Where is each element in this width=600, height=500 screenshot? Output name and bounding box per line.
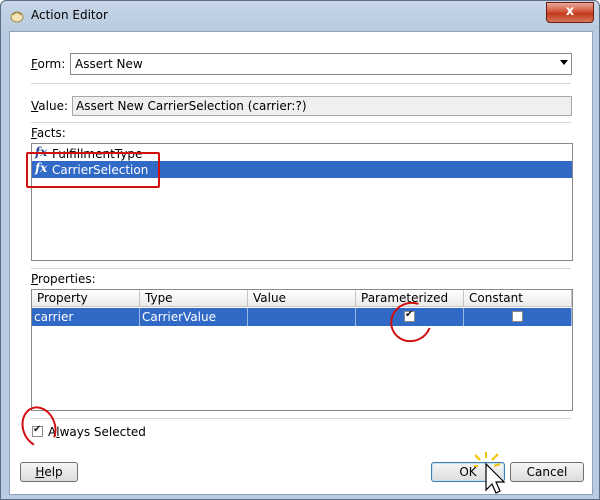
separator [31, 83, 571, 84]
column-header-value[interactable]: Value [248, 290, 356, 307]
action-editor-window: Action Editor x Form: Assert New Value: … [0, 0, 600, 500]
properties-table[interactable]: Property Type Value Parameterized Consta… [31, 289, 573, 411]
cancel-button[interactable]: Cancel [510, 462, 584, 482]
always-selected-label[interactable]: Always Selected [48, 425, 146, 439]
close-button[interactable]: x [546, 2, 594, 23]
separator [31, 122, 571, 123]
column-header-type[interactable]: Type [140, 290, 248, 307]
title-bar[interactable]: Action Editor x [1, 1, 599, 31]
form-combobox[interactable]: Assert New [70, 53, 572, 75]
form-combobox-value: Assert New [75, 57, 143, 71]
constant-checkbox[interactable] [512, 311, 523, 322]
cell-type[interactable]: CarrierValue [140, 308, 248, 326]
value-field: Assert New CarrierSelection (carrier:?) [72, 96, 572, 116]
separator [31, 418, 571, 419]
facts-label: Facts: [31, 126, 66, 140]
properties-label: Properties: [31, 272, 96, 286]
separator [31, 268, 571, 269]
form-label: Form: [31, 57, 66, 71]
value-label: Value: [31, 99, 68, 113]
app-icon [10, 11, 24, 23]
window-title: Action Editor [31, 8, 108, 22]
cell-value[interactable] [248, 308, 356, 326]
mouse-cursor-icon [474, 452, 506, 494]
cell-property[interactable]: carrier [32, 308, 140, 326]
chevron-down-icon[interactable] [560, 60, 568, 65]
column-header-constant[interactable]: Constant [464, 290, 572, 307]
cell-constant[interactable] [464, 308, 572, 326]
column-header-property[interactable]: Property [32, 290, 140, 307]
annotation-box [26, 152, 160, 188]
close-icon: x [565, 4, 575, 19]
dialog-content: Form: Assert New Value: Assert New Carri… [9, 31, 593, 495]
help-button[interactable]: Help [20, 462, 78, 482]
value-field-text: Assert New CarrierSelection (carrier:?) [76, 99, 307, 113]
table-row[interactable]: carrier CarrierValue [32, 308, 572, 326]
